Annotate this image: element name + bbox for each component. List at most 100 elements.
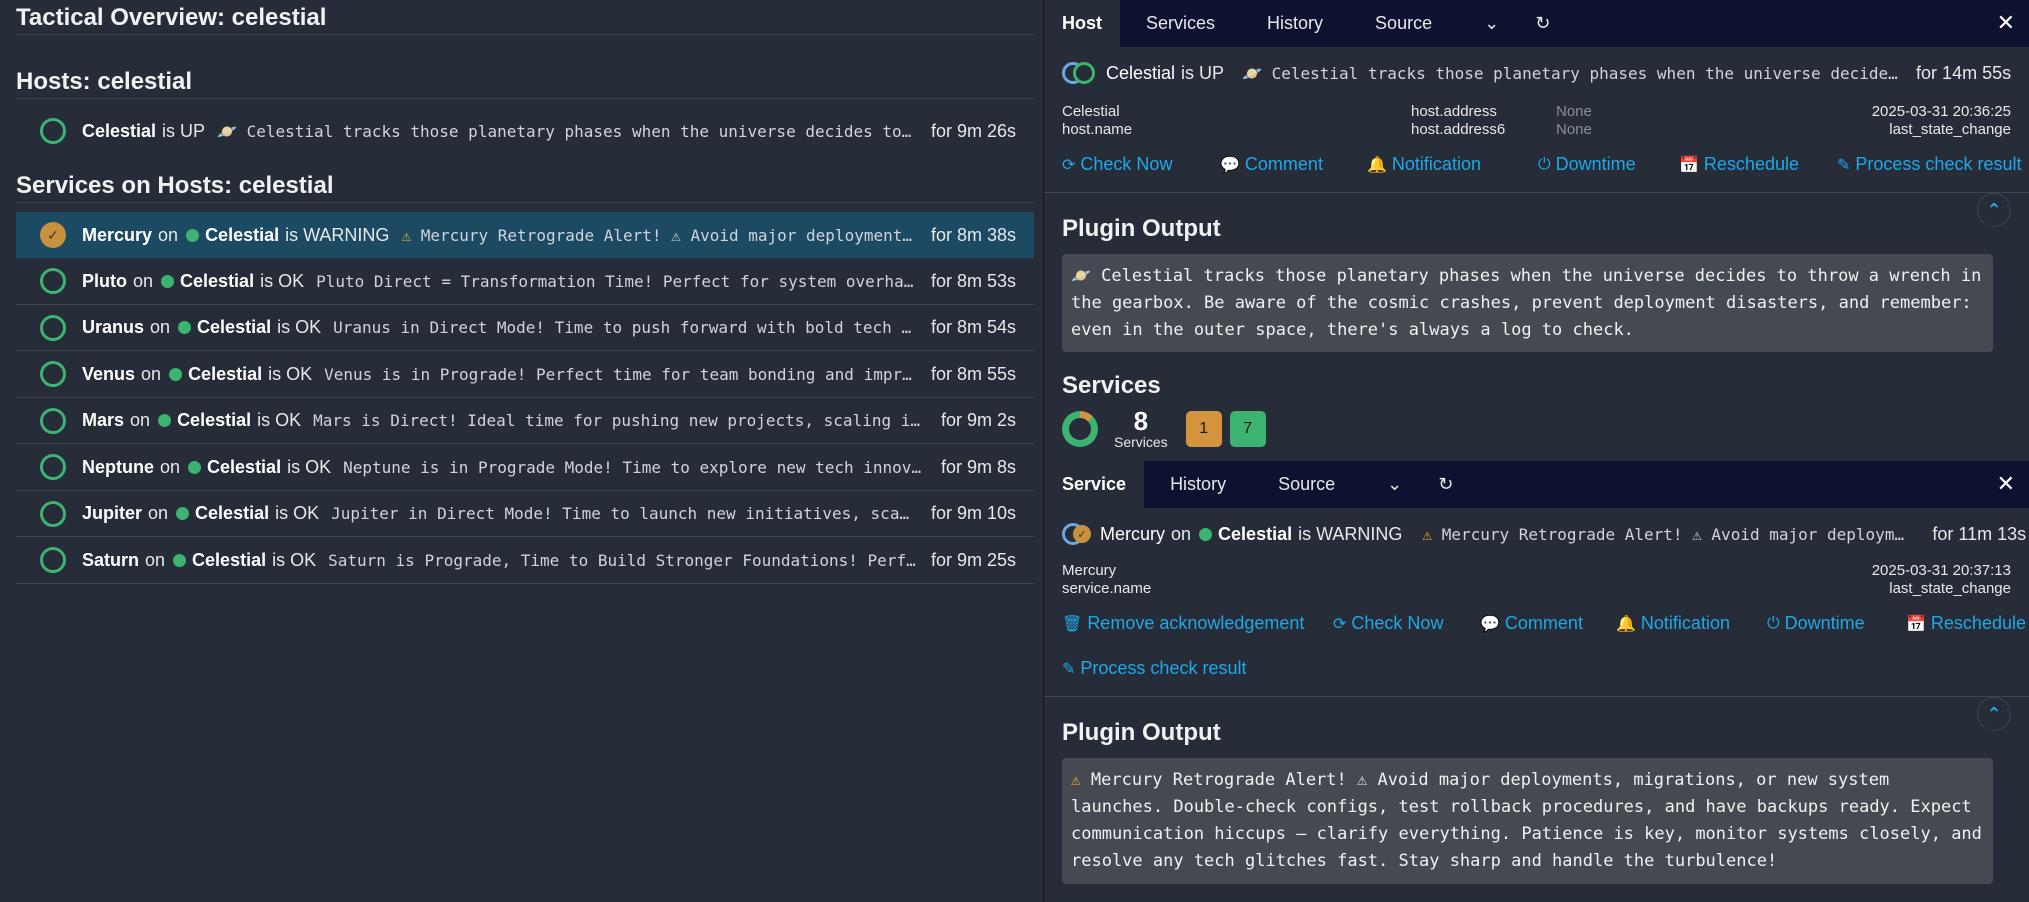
service-row-uranus[interactable]: Uranus on Celestial is OK Uranus in Direct M… bbox=[16, 305, 1034, 351]
collapse-button[interactable]: ⌃ bbox=[1977, 697, 2011, 731]
downtime-button[interactable]: ⏻ Downtime bbox=[1767, 613, 1906, 634]
process-check-result-button[interactable]: ✎ Process check result bbox=[1837, 154, 2021, 175]
downtime-button[interactable]: ⏻ Downtime bbox=[1538, 154, 1679, 175]
host-state-dot bbox=[186, 228, 200, 242]
service-name: Neptune bbox=[82, 456, 154, 477]
service-tabbar: Service History Source ⌄ ↻ ✕ bbox=[1044, 461, 2029, 508]
tab-history[interactable]: History bbox=[1144, 461, 1252, 508]
host-detail-panel: Host Services History Source ⌄ ↻ ✕ Celes… bbox=[1044, 0, 2029, 461]
host-address-value: None bbox=[1556, 103, 1592, 120]
on-label: on bbox=[150, 317, 171, 337]
service-last-change-value: 2025-03-31 20:37:13 bbox=[1871, 562, 2011, 579]
on-label: on bbox=[160, 456, 181, 477]
warning-icon: ⚠ bbox=[401, 225, 412, 245]
bell-icon: 🔔 bbox=[1616, 615, 1636, 633]
tab-services[interactable]: Services bbox=[1120, 0, 1241, 47]
host-row-celestial[interactable]: Celestial is UP 🪐 Celestial tracks those… bbox=[16, 108, 1034, 154]
more-tabs-button[interactable]: ⌄ bbox=[1361, 461, 1428, 508]
remove-acknowledgement-button[interactable]: 🗑 Remove acknowledgement bbox=[1062, 613, 1333, 634]
tab-service[interactable]: Service bbox=[1044, 461, 1145, 508]
close-icon[interactable]: ✕ bbox=[1997, 10, 2015, 36]
tab-source[interactable]: Source bbox=[1349, 0, 1458, 47]
ok-count-badge[interactable]: 7 bbox=[1229, 411, 1266, 447]
host-state-dot bbox=[158, 414, 172, 427]
service-row-pluto[interactable]: Pluto on Celestial is OK Pluto Direct = Tran… bbox=[16, 259, 1034, 305]
service-row-saturn[interactable]: Saturn on Celestial is OK Saturn is Prograde… bbox=[16, 538, 1034, 584]
close-icon[interactable]: ✕ bbox=[1997, 471, 2015, 497]
services-donut-chart bbox=[1062, 411, 1098, 447]
warning-count-badge[interactable]: 1 bbox=[1185, 411, 1222, 447]
service-duration: for 8m 38s bbox=[930, 224, 1016, 245]
host-duration: for 9m 26s bbox=[930, 120, 1016, 141]
divider bbox=[16, 98, 1034, 99]
tab-history[interactable]: History bbox=[1241, 0, 1349, 47]
refresh-button[interactable]: ↻ bbox=[1525, 0, 1560, 47]
service-row-mars[interactable]: Mars on Celestial is OK Mars is Direct! Idea… bbox=[16, 398, 1034, 444]
notification-button[interactable]: 🔔 Notification bbox=[1367, 154, 1538, 175]
on-label: on bbox=[141, 363, 162, 384]
collapse-button[interactable]: ⌃ bbox=[1977, 193, 2011, 227]
service-state: is OK bbox=[275, 503, 320, 523]
service-row-neptune[interactable]: Neptune on Celestial is OK Neptune is in Pro… bbox=[16, 445, 1034, 491]
planet-icon: 🪐 bbox=[1242, 63, 1262, 83]
service-header-on: on bbox=[1171, 523, 1192, 544]
service-name-label: service.name bbox=[1062, 580, 1152, 597]
notification-button[interactable]: 🔔 Notification bbox=[1616, 613, 1767, 634]
comment-icon: 💬 bbox=[1480, 615, 1500, 633]
host-address6-label: host.address6 bbox=[1411, 121, 1506, 138]
check-now-button[interactable]: ⟳ Check Now bbox=[1062, 154, 1220, 175]
reschedule-button[interactable]: 📅 Reschedule bbox=[1906, 613, 2026, 634]
edit-icon: ✎ bbox=[1837, 156, 1851, 174]
plug-icon: ⏻ bbox=[1538, 155, 1551, 173]
check-now-button[interactable]: ⟳ Check Now bbox=[1333, 613, 1480, 634]
tab-host[interactable]: Host bbox=[1044, 0, 1120, 47]
service-last-change-label: last_state_change bbox=[1889, 580, 2011, 597]
warning-icon: ⚠ bbox=[1422, 524, 1433, 544]
host-state-dot bbox=[178, 321, 192, 334]
services-summary: 8 Services 1 7 bbox=[1062, 408, 1266, 450]
service-row-venus[interactable]: Venus on Celestial is OK Venus is in Prograd… bbox=[16, 352, 1034, 398]
planet-icon: 🪐 bbox=[1071, 266, 1091, 285]
service-duration: for 8m 53s bbox=[930, 270, 1016, 291]
state-ring-icon bbox=[40, 118, 66, 144]
host-header-state: is UP bbox=[1181, 62, 1225, 83]
host-name: Celestial bbox=[180, 270, 255, 291]
host-name: Celestial bbox=[195, 503, 270, 523]
service-actions: 🗑 Remove acknowledgement ⟳ Check Now 💬 Comm… bbox=[1062, 613, 2026, 634]
calendar-icon: 📅 bbox=[1679, 156, 1699, 174]
services-heading: Services bbox=[1062, 372, 1161, 399]
host-address6-value: None bbox=[1556, 121, 1592, 138]
host-name: Celestial bbox=[177, 410, 252, 430]
refresh-icon: ⟳ bbox=[1062, 156, 1076, 174]
service-display-name: Mercury bbox=[1062, 562, 1117, 579]
service-row-jupiter[interactable]: Jupiter on Celestial is OK Jupiter in Direct… bbox=[16, 491, 1034, 537]
process-check-result-button[interactable]: ✎ Process check result bbox=[1062, 658, 1246, 679]
host-name: Celestial bbox=[188, 363, 263, 384]
comment-button[interactable]: 💬 Comment bbox=[1480, 613, 1616, 634]
refresh-button[interactable]: ↻ bbox=[1428, 461, 1463, 508]
service-row-mercury[interactable]: ✓ Mercury on Celestial is WARNING ⚠ Mercury R… bbox=[16, 212, 1034, 258]
service-duration: for 9m 25s bbox=[930, 549, 1016, 570]
reschedule-button[interactable]: 📅 Reschedule bbox=[1679, 154, 1837, 175]
on-label: on bbox=[133, 270, 154, 291]
service-duration: for 9m 2s bbox=[940, 410, 1016, 430]
comment-icon: 💬 bbox=[1220, 156, 1240, 174]
on-label: on bbox=[130, 410, 151, 430]
tab-source[interactable]: Source bbox=[1252, 461, 1361, 508]
services-heading: Services on Hosts: celestial bbox=[16, 172, 334, 199]
service-detail-panel: Service History Source ⌄ ↻ ✕ ✓ Mercury o… bbox=[1044, 461, 2029, 902]
planet-icon: 🪐 bbox=[217, 121, 237, 141]
more-tabs-button[interactable]: ⌄ bbox=[1458, 0, 1525, 47]
service-header-output: ⚠ Mercury Retrograde Alert! ⚠ Avoid majo… bbox=[1422, 524, 1913, 544]
host-header-duration: for 14m 55s bbox=[1916, 62, 2012, 83]
service-output: ⚠ Mercury Retrograde Alert! ⚠ Avoid majo… bbox=[401, 225, 917, 245]
services-count: 8 Services bbox=[1114, 406, 1168, 450]
on-label: on bbox=[148, 503, 169, 523]
state-ring-icon bbox=[40, 547, 66, 573]
comment-button[interactable]: 💬 Comment bbox=[1220, 154, 1367, 175]
service-state: is OK bbox=[272, 549, 317, 570]
chevron-double-up-icon: ⌃ bbox=[1986, 703, 2002, 724]
service-duration: for 9m 8s bbox=[940, 456, 1016, 477]
on-label: on bbox=[158, 224, 179, 245]
chevron-down-icon: ⌄ bbox=[1484, 13, 1500, 33]
